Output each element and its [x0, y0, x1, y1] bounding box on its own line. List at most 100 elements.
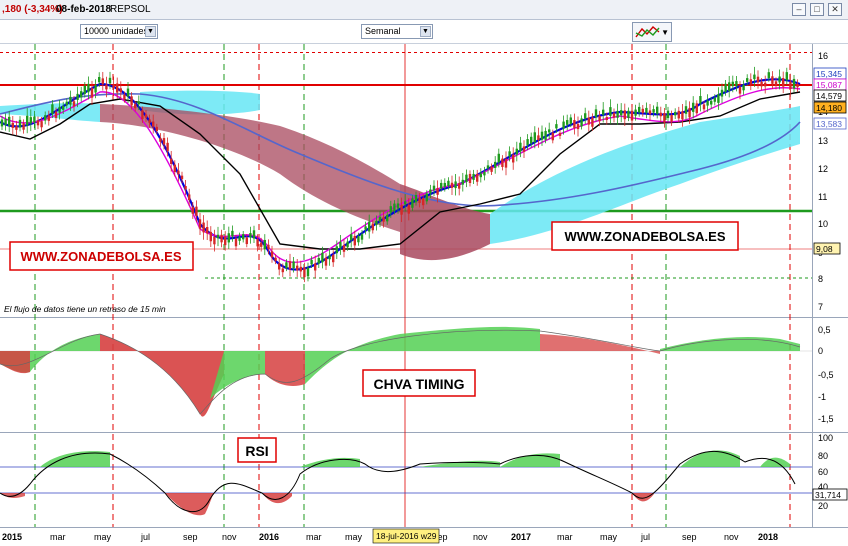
candle-body — [267, 244, 270, 249]
candle-body — [216, 234, 220, 239]
candle-body — [310, 259, 313, 265]
chevron-down-icon[interactable]: ▼ — [145, 26, 156, 37]
candle-body — [670, 114, 673, 122]
candle-body — [155, 126, 158, 132]
candle-body — [569, 117, 572, 124]
time-label: may — [345, 532, 363, 542]
candle-body — [58, 106, 61, 113]
candle-body — [80, 91, 83, 98]
units-select[interactable]: 10000 unidades ▼ — [80, 24, 158, 39]
chart-type-button[interactable]: ▼ — [632, 22, 672, 42]
time-label: jul — [140, 532, 150, 542]
y-tick: 7 — [818, 302, 823, 312]
candle-body — [490, 166, 493, 172]
candle-body — [537, 135, 540, 141]
candle-body — [360, 234, 364, 240]
candle-body — [11, 122, 14, 128]
y-tick: 10 — [818, 219, 828, 229]
candle-body — [224, 236, 227, 246]
candle-body — [202, 222, 205, 233]
candle-body — [346, 241, 349, 248]
candle-body — [285, 262, 288, 269]
minimize-icon[interactable]: ‒ — [792, 3, 806, 16]
candle-body — [105, 84, 108, 90]
candle-body — [364, 226, 367, 230]
candle-body — [476, 173, 479, 182]
maximize-icon[interactable]: □ — [810, 3, 824, 16]
candle-body — [281, 268, 284, 273]
candle-body — [260, 242, 263, 247]
candle-body — [749, 79, 752, 85]
candle-body — [609, 107, 612, 116]
chva-y-axis[interactable]: 0,5 0 -0,5 -1 -1,5 — [818, 325, 834, 424]
candle-body — [602, 109, 605, 115]
candle-body — [566, 120, 569, 125]
close-icon[interactable]: ✕ — [828, 3, 842, 16]
candle-body — [382, 217, 385, 222]
candle-body — [756, 76, 760, 83]
candle-body — [544, 130, 547, 140]
candle-body — [342, 245, 346, 252]
time-axis[interactable]: 2015 mar may jul sep nov 2016 mar may ju… — [2, 528, 778, 544]
candle-body — [591, 117, 594, 127]
candle-body — [54, 111, 58, 119]
period-select[interactable]: Semanal ▼ — [361, 24, 433, 39]
candle-body — [746, 78, 749, 82]
candle-body — [231, 230, 234, 237]
candle-body — [616, 110, 619, 118]
candle-body — [220, 234, 223, 243]
candle-body — [512, 154, 515, 163]
candle-body — [296, 265, 299, 271]
candle-body — [411, 198, 414, 208]
candle-body — [306, 267, 310, 277]
candle-body — [227, 233, 230, 243]
candle-body — [526, 139, 529, 146]
candle-body — [278, 263, 281, 270]
candle-body — [454, 181, 457, 189]
period-value: Semanal — [365, 26, 401, 36]
candle-body — [764, 82, 767, 87]
candle-body — [515, 148, 518, 155]
candle-body — [87, 83, 90, 93]
candle-body — [659, 112, 662, 117]
candle-body — [767, 72, 770, 79]
rsi-title: RSI — [245, 443, 268, 459]
candle-body — [69, 96, 72, 105]
watermark-left-box: WWW.ZONADEBOLSA.ES — [9, 241, 194, 271]
candle-body — [249, 233, 252, 238]
price-tag-last: 14,180 — [816, 103, 842, 113]
candle-body — [440, 182, 443, 189]
candle-body — [519, 142, 522, 152]
chevron-down-icon[interactable]: ▼ — [420, 26, 431, 37]
candle-body — [587, 117, 590, 125]
candle-body — [18, 119, 22, 128]
chart-type-icon — [635, 26, 660, 38]
candle-body — [26, 115, 29, 126]
candle-body — [681, 111, 684, 120]
candle-body — [656, 106, 659, 114]
candle-body — [612, 113, 616, 118]
time-label: 2018 — [758, 532, 778, 542]
candle-body — [774, 81, 778, 86]
y-tick: 11 — [818, 192, 827, 202]
candle-body — [62, 105, 65, 110]
candle-body — [90, 88, 94, 98]
time-label: may — [94, 532, 112, 542]
chart-area[interactable]: WWW.ZONADEBOLSA.ES WWW.ZONADEBOLSA.ES El… — [0, 44, 848, 546]
price-tag-slow-ma: 15,087 — [816, 80, 842, 90]
rsi-panel[interactable] — [0, 434, 812, 526]
chevron-down-icon[interactable]: ▼ — [661, 28, 669, 37]
watermark-left: WWW.ZONADEBOLSA.ES — [20, 249, 181, 264]
candle-body — [652, 109, 655, 113]
candle-body — [400, 204, 403, 215]
candle-body — [479, 173, 482, 178]
candle-body — [130, 96, 133, 106]
candle-body — [695, 103, 698, 114]
candle-body — [486, 165, 490, 169]
candle-body — [540, 131, 544, 140]
candle-body — [4, 118, 7, 126]
price-change: ,180 (-3,34%) — [2, 4, 63, 15]
candle-body — [710, 100, 713, 105]
candle-body — [213, 236, 216, 245]
candle-body — [198, 219, 202, 229]
